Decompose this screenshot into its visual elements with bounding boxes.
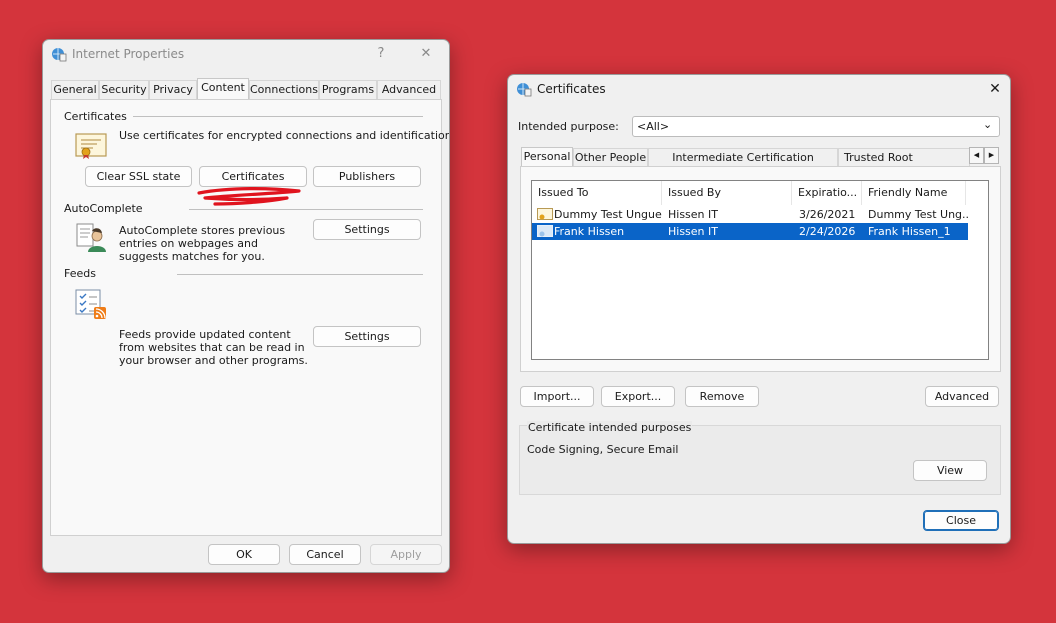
certificates-dialog: Certificates ✕ Intended purpose: <All> ⌄…	[507, 74, 1011, 544]
cell-issued-by: Hissen IT	[668, 208, 718, 221]
tab-privacy[interactable]: Privacy	[149, 80, 197, 99]
intended-purposes-label: Certificate intended purposes	[527, 421, 693, 434]
cell-expiration: 3/26/2021	[799, 208, 856, 221]
autocomplete-icon	[76, 223, 106, 252]
tab-other-people[interactable]: Other People	[573, 148, 648, 167]
tab-strip: General Security Privacy Content Connect…	[51, 78, 443, 100]
feeds-heading: Feeds	[64, 267, 96, 280]
content-panel: Certificates Use certificates for encryp…	[50, 99, 449, 536]
internet-options-icon	[52, 48, 67, 62]
close-dialog-button[interactable]: Close	[923, 510, 999, 531]
autocomplete-settings-button[interactable]: Settings	[313, 219, 421, 240]
close-button[interactable]: ✕	[415, 44, 437, 64]
feeds-settings-button[interactable]: Settings	[313, 326, 421, 347]
certificates-description: Use certificates for encrypted connectio…	[119, 129, 450, 142]
intended-purpose-label: Intended purpose:	[518, 120, 619, 133]
cell-issued-by: Hissen IT	[668, 225, 718, 238]
cell-issued-to: Dummy Test Ungue...	[554, 208, 662, 221]
tab-trusted-root-ca[interactable]: Trusted Root Certification	[838, 148, 970, 167]
remove-button[interactable]: Remove	[685, 386, 759, 407]
cancel-button[interactable]: Cancel	[289, 544, 361, 565]
feeds-separator	[177, 274, 423, 275]
tab-advanced[interactable]: Advanced	[377, 80, 441, 99]
autocomplete-description: AutoComplete stores previous entries on …	[119, 224, 286, 263]
internet-properties-window: Internet Properties ? ✕ General Security…	[42, 39, 450, 573]
cell-friendly-name: Frank Hissen_1	[868, 225, 951, 238]
window-title: Internet Properties	[72, 47, 185, 61]
column-issued-by[interactable]: Issued By	[662, 181, 792, 205]
tab-personal[interactable]: Personal	[521, 147, 573, 167]
column-issued-to[interactable]: Issued To	[532, 181, 662, 205]
intended-purpose-select[interactable]: <All> ⌄	[632, 116, 1000, 137]
certificate-icon	[537, 225, 553, 237]
column-expiration[interactable]: Expiratio...	[792, 181, 862, 205]
chevron-down-icon: ⌄	[983, 118, 993, 131]
view-button[interactable]: View	[913, 460, 987, 481]
certificates-heading: Certificates	[64, 110, 127, 123]
cell-expiration: 2/24/2026	[799, 225, 856, 238]
tab-content[interactable]: Content	[197, 78, 249, 99]
certificate-icon	[537, 208, 553, 220]
tab-general[interactable]: General	[51, 80, 99, 99]
autocomplete-separator	[189, 209, 423, 210]
import-button[interactable]: Import...	[520, 386, 594, 407]
cell-friendly-name: Dummy Test Ung...	[868, 208, 968, 221]
intended-purpose-value: <All>	[637, 120, 670, 133]
red-underline-annotation	[197, 187, 301, 206]
tab-scroll-left-button[interactable]: ◀	[969, 147, 984, 164]
personal-panel: Issued To Issued By Expiratio... Friendl…	[520, 166, 1001, 372]
certificates-button[interactable]: Certificates	[199, 166, 307, 187]
title-bar[interactable]: Internet Properties ? ✕	[43, 40, 449, 68]
tab-intermediate-ca[interactable]: Intermediate Certification Authorities	[648, 148, 838, 167]
advanced-button[interactable]: Advanced	[925, 386, 999, 407]
feeds-description: Feeds provide updated content from websi…	[119, 328, 308, 367]
dialog-title: Certificates	[537, 82, 606, 96]
table-row-selected[interactable]: Frank Hissen Hissen IT 2/24/2026 Frank H…	[532, 223, 968, 240]
feeds-icon	[75, 289, 106, 319]
clear-ssl-state-button[interactable]: Clear SSL state	[85, 166, 192, 187]
certificates-separator	[133, 116, 423, 117]
autocomplete-heading: AutoComplete	[64, 202, 143, 215]
certificates-title-icon	[517, 83, 532, 97]
close-button[interactable]: ✕	[984, 79, 1006, 99]
intended-purposes-group: Certificate intended purposes Code Signi…	[519, 421, 1001, 495]
apply-button[interactable]: Apply	[370, 544, 442, 565]
cert-tab-strip: Personal Other People Intermediate Certi…	[521, 147, 1001, 167]
title-bar[interactable]: Certificates ✕	[508, 75, 1010, 103]
ok-button[interactable]: OK	[208, 544, 280, 565]
tab-connections[interactable]: Connections	[249, 80, 319, 99]
certificate-icon	[75, 133, 107, 159]
export-button[interactable]: Export...	[601, 386, 675, 407]
table-row[interactable]: Dummy Test Ungue... Hissen IT 3/26/2021 …	[532, 206, 968, 223]
column-friendly-name[interactable]: Friendly Name	[862, 181, 966, 205]
publishers-button[interactable]: Publishers	[313, 166, 421, 187]
tab-scroll-right-button[interactable]: ▶	[984, 147, 999, 164]
certificate-list[interactable]: Issued To Issued By Expiratio... Friendl…	[531, 180, 989, 360]
tab-security[interactable]: Security	[99, 80, 149, 99]
help-button[interactable]: ?	[371, 44, 391, 64]
tab-programs[interactable]: Programs	[319, 80, 377, 99]
cell-issued-to: Frank Hissen	[554, 225, 625, 238]
list-header: Issued To Issued By Expiratio... Friendl…	[532, 181, 988, 205]
intended-purposes-value: Code Signing, Secure Email	[527, 443, 679, 456]
